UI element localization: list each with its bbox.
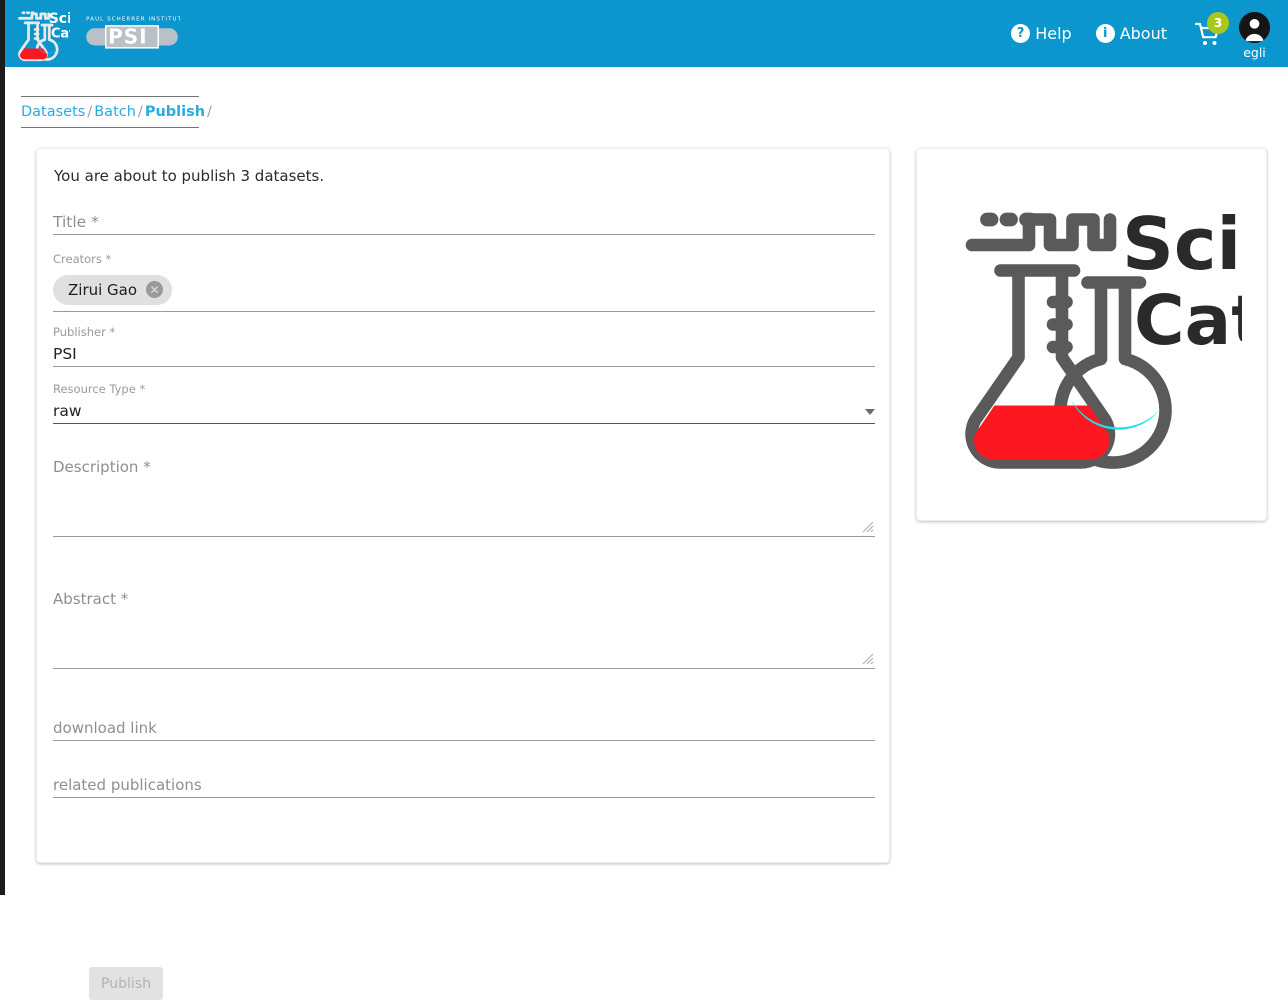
related-publications-field-group: related publications	[53, 772, 875, 798]
resize-handle-icon[interactable]	[860, 651, 874, 665]
app-header-bar: Sci Cat PAUL SCHERRER INSTITUT PSI ? Hel…	[0, 0, 1288, 67]
resource-type-value: raw	[53, 402, 82, 420]
related-publications-input[interactable]: related publications	[53, 772, 875, 798]
publisher-input[interactable]: PSI	[53, 341, 875, 367]
download-link-placeholder: download link	[53, 719, 157, 737]
breadcrumb-item-batch[interactable]: Batch	[94, 104, 136, 120]
about-label: About	[1119, 24, 1167, 43]
creator-chip[interactable]: Zirui Gao ✕	[53, 274, 173, 305]
description-label: Description *	[53, 458, 151, 476]
publisher-label: Publisher *	[53, 325, 116, 339]
resize-handle-icon[interactable]	[860, 519, 874, 533]
username-label: egli	[1243, 44, 1266, 60]
user-avatar-icon	[1239, 11, 1270, 43]
publisher-value: PSI	[53, 345, 77, 363]
info-circle-icon: i	[1095, 24, 1115, 43]
breadcrumb-item-publish[interactable]: Publish	[145, 104, 205, 120]
resource-type-label: Resource Type *	[53, 382, 146, 396]
help-label: Help	[1035, 24, 1072, 43]
creators-field-group: Creators * Zirui Gao ✕	[53, 252, 875, 312]
publish-button[interactable]: Publish	[89, 967, 163, 1000]
title-placeholder: Title *	[53, 213, 99, 231]
abstract-textarea[interactable]: Abstract *	[53, 590, 875, 669]
svg-text:Sci: Sci	[49, 10, 70, 26]
help-link[interactable]: ? Help	[999, 20, 1083, 47]
psi-logo[interactable]: PAUL SCHERRER INSTITUT PSI	[84, 13, 180, 55]
chevron-down-icon[interactable]	[865, 409, 875, 415]
abstract-field-group: Abstract *	[53, 590, 875, 669]
scicat-logo-card: Sci Cat	[916, 148, 1267, 521]
user-menu[interactable]: egli	[1231, 11, 1270, 60]
download-link-field-group: download link	[53, 715, 875, 741]
brand-area: Sci Cat PAUL SCHERRER INSTITUT PSI	[14, 6, 180, 62]
svg-text:Cat: Cat	[51, 26, 70, 41]
question-mark-circle-icon: ?	[1011, 24, 1031, 43]
header-actions: ? Help i About 3 egli	[999, 8, 1288, 60]
description-field-group: Description *	[53, 458, 875, 537]
publisher-field-group: Publisher * PSI	[53, 325, 875, 367]
psi-logo-top-text: PAUL SCHERRER INSTITUT	[86, 16, 180, 22]
breadcrumb-item-datasets[interactable]: Datasets	[21, 104, 85, 120]
scicat-logo-large: Sci Cat	[964, 202, 1242, 469]
scicat-logo-text-sci: Sci	[1122, 202, 1241, 286]
title-input[interactable]: Title *	[53, 209, 875, 235]
title-field-group: Title *	[53, 209, 875, 235]
scicat-logo-icon[interactable]: Sci Cat	[14, 6, 70, 62]
related-publications-placeholder: related publications	[53, 776, 202, 794]
scicat-logo-text-cat: Cat	[1134, 281, 1242, 361]
breadcrumb-separator: /	[87, 104, 93, 120]
close-circle-icon[interactable]: ✕	[146, 281, 164, 298]
psi-logo-main-text: PSI	[108, 24, 147, 48]
creators-label: Creators *	[53, 252, 112, 266]
breadcrumb-separator-trailing: /	[207, 104, 212, 120]
breadcrumb-separator: /	[137, 104, 143, 120]
resource-type-select[interactable]: raw	[53, 398, 875, 424]
about-link[interactable]: i About	[1084, 20, 1179, 47]
creator-chip-label: Zirui Gao	[68, 280, 138, 299]
creators-chip-list[interactable]: Zirui Gao ✕	[53, 268, 875, 312]
resource-type-field-group: Resource Type * raw	[53, 382, 875, 424]
abstract-label: Abstract *	[53, 590, 129, 608]
breadcrumb: Datasets / Batch / Publish /	[21, 96, 212, 128]
cart-badge-count: 3	[1207, 11, 1229, 34]
left-edge-gutter	[0, 0, 5, 895]
cart-button[interactable]: 3	[1179, 11, 1231, 50]
publish-form-card: You are about to publish 3 datasets. Tit…	[36, 148, 890, 1000]
download-link-input[interactable]: download link	[53, 715, 875, 741]
description-textarea[interactable]: Description *	[53, 458, 875, 537]
publish-intro-text: You are about to publish 3 datasets.	[54, 167, 325, 185]
